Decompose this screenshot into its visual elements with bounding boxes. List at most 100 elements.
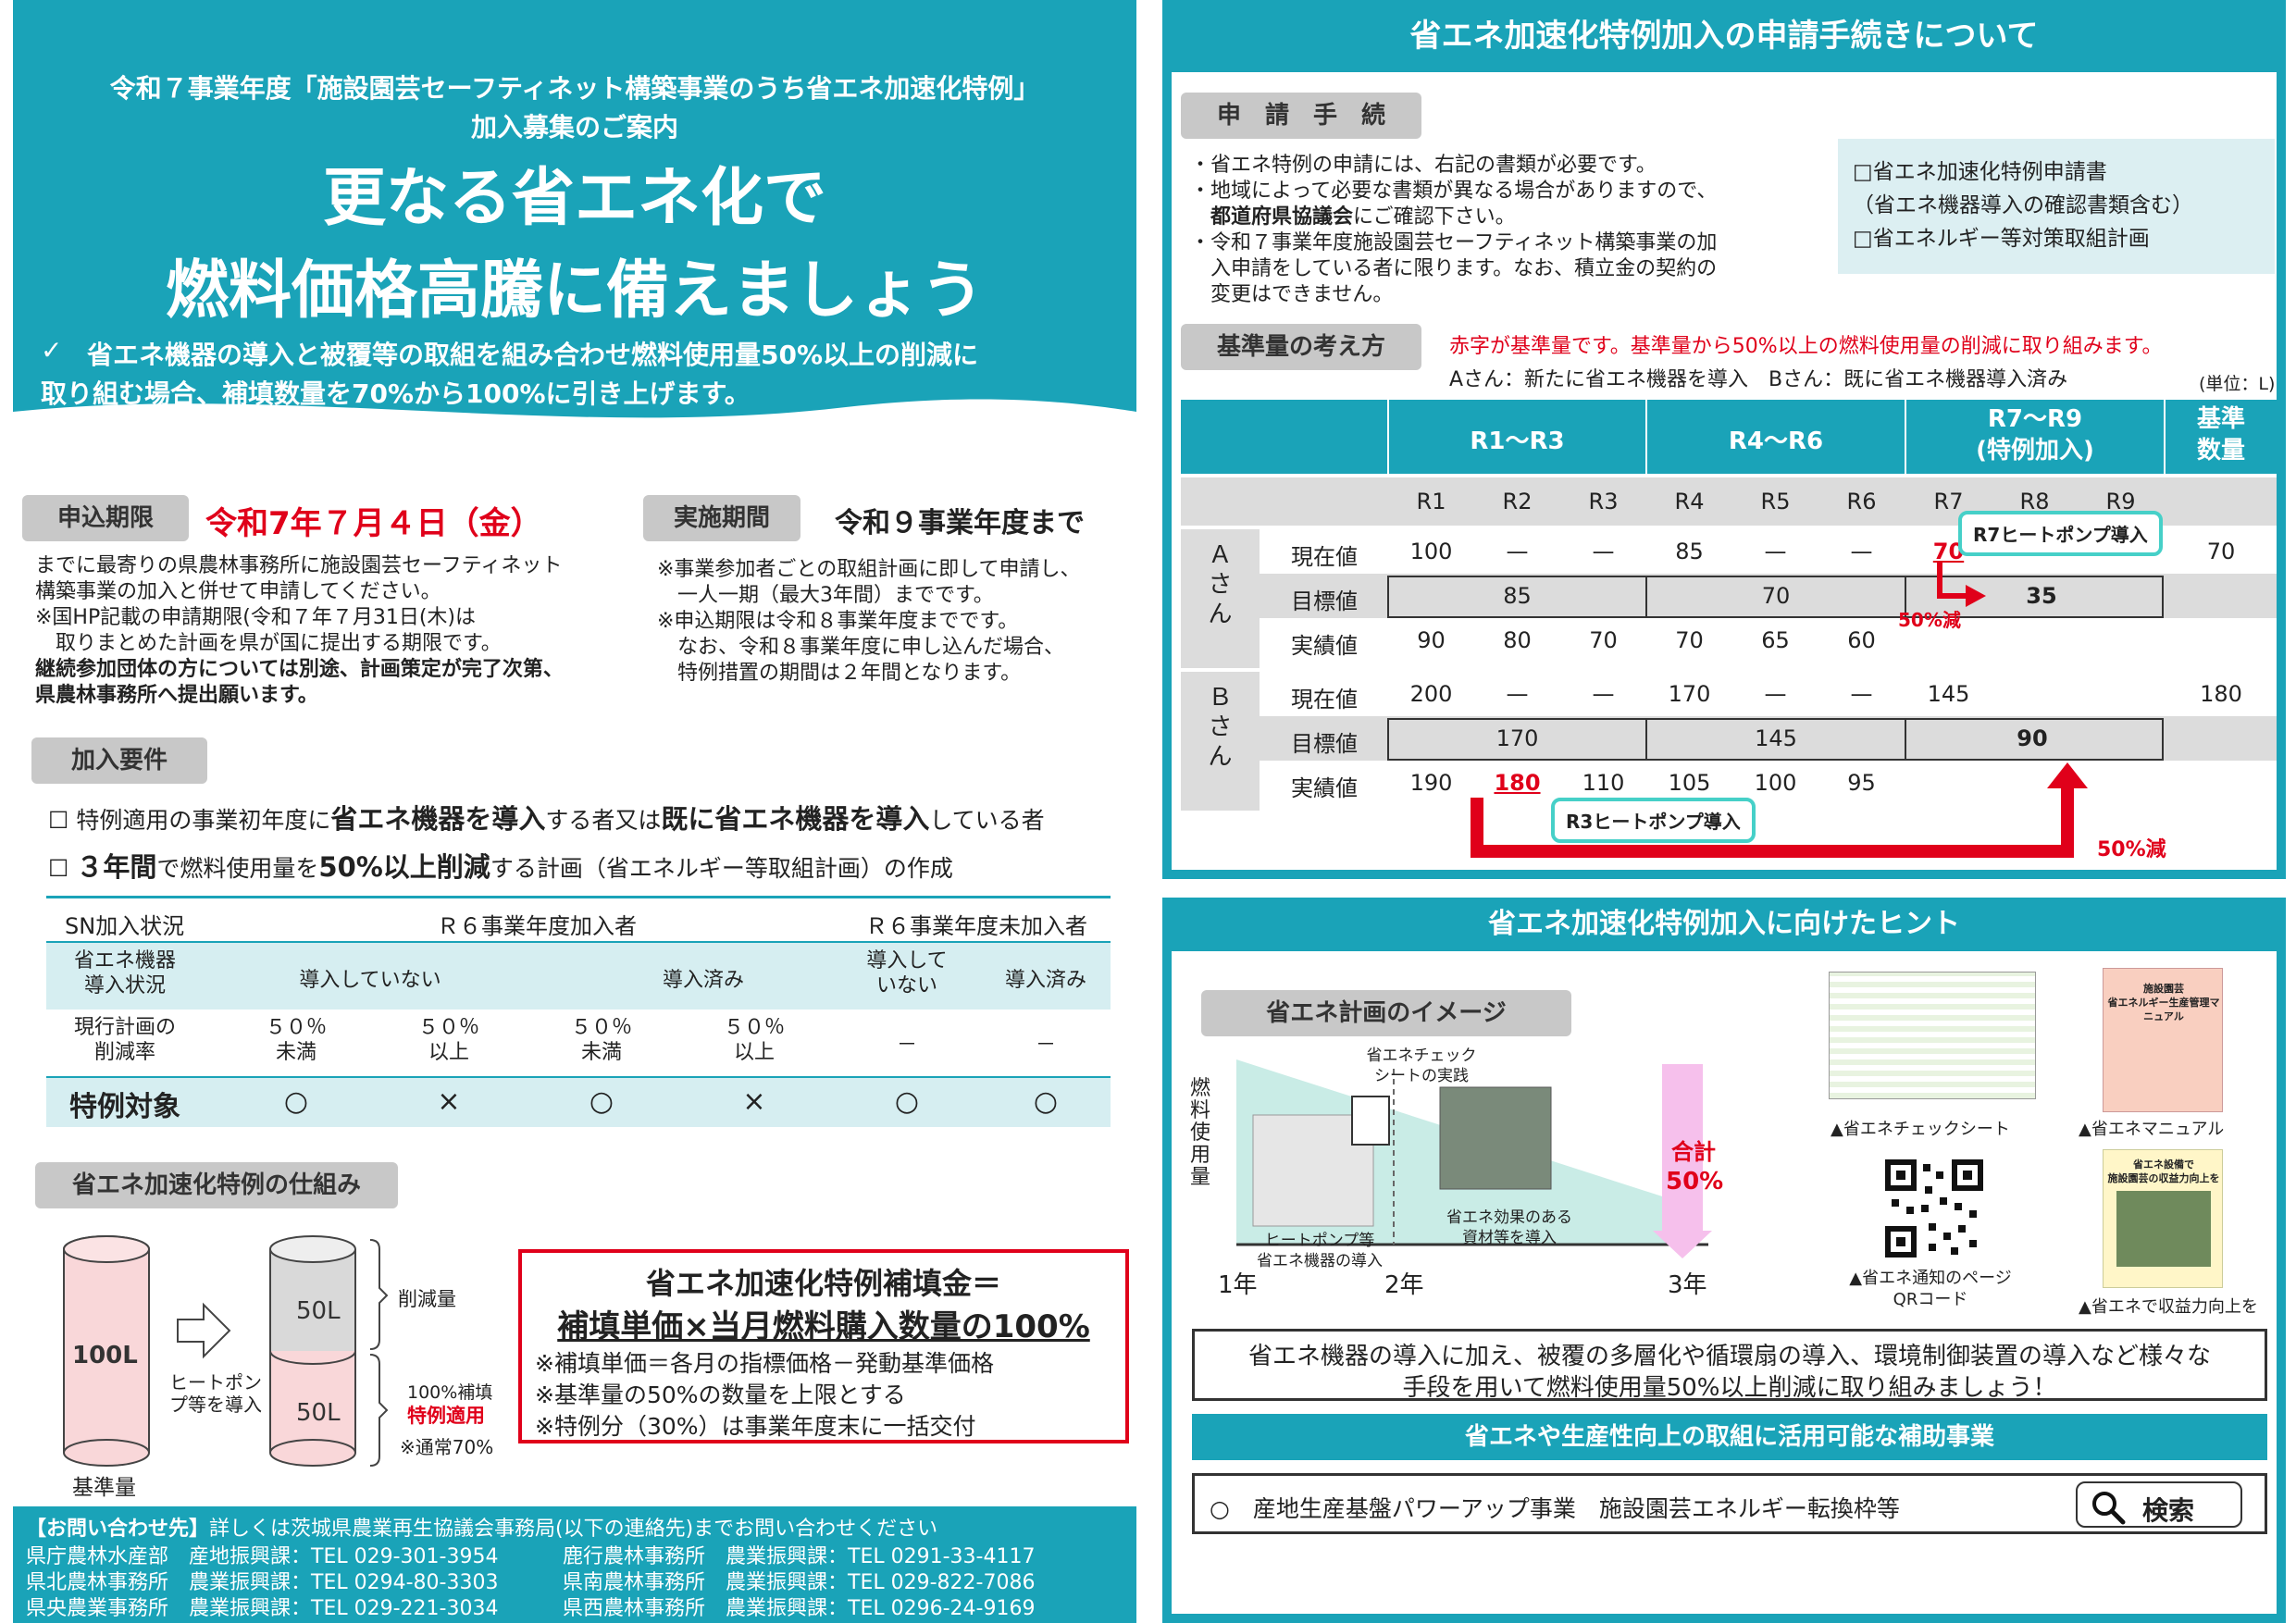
message-box: 省エネ機器の導入に加え、被覆の多層化や循環扇の導入、環境制御装置の導入など様々な… [1192,1329,2267,1402]
tank-base-label: 基準量 [72,1476,136,1500]
sn-equipment-label: 省エネ機器 導入状況 [73,949,176,997]
req1-a: ☐ 特例適用の事業初年度に [48,807,331,834]
req1-c: する者又は [545,807,662,834]
sn-target-6: ○ [1033,1085,1059,1118]
period-line-4: なお、令和８事業年度に申し込んだ場合、 [657,636,1065,659]
contact-head: 【お問い合わせ先】詳しくは茨城県農業再生協議会事務局(以下の連絡先)までお問い合… [26,1512,937,1542]
doc-1: □省エネ加速化特例申請書 [1853,160,2107,184]
period-line-2: 一人一期（最大3年間）までです。 [657,584,994,607]
material-label: 省エネ効果のある 資材等を導入 [1446,1208,1572,1247]
cut-label: 削減量 [398,1288,456,1310]
year-3: 3年 [1668,1271,1707,1299]
search-icon [2092,1492,2126,1525]
doc3-thumbnail: 省エネ設備で 施設園芸の収益力向上を [2103,1149,2223,1288]
proc-line-3a: 都道府県協議会 [1190,205,1354,229]
formula-note-3: ※特例分（30%）は事業年度末に一括交付 [535,1413,976,1440]
baseline-unit: (単位：L) [2199,374,2276,394]
procedure-panel: 省エネ加速化特例加入の申請手続きについて 申 請 手 続 ・省エネ特例の申請には… [1162,0,2286,879]
right-page: 省エネ加速化特例加入の申請手続きについて 申 請 手 続 ・省エネ特例の申請には… [1148,0,2296,1623]
proc-line-2: ・地域によって必要な書類が異なる場合がありますので、 [1190,180,1718,203]
deadline-line-6: 県農林事務所へ提出願います。 [35,684,318,707]
a-cut-label: 50%減 [1898,609,1961,631]
sn-target-5: ○ [894,1085,920,1118]
proc-line-6: 変更はできません。 [1190,283,1394,306]
deadline-date: 令和7年７月４日（金） [205,505,542,542]
y-axis-label: 燃 料 使 用 量 [1190,1077,1211,1189]
period-label: 実施期間 [643,495,800,541]
deadline-line-5: 継続参加団体の方については別途、計画策定が完了次第、 [35,658,564,681]
sn-rate-1: ５０％ 未満 [265,1016,327,1064]
contact-head-2: 詳しくは茨城県農業再生協議会事務局(以下の連絡先)までお問い合わせください [209,1518,938,1541]
req2-d: 50%以上削減 [318,851,490,883]
sn-equip-done-joined: 導入済み [662,969,744,992]
proc-line-4: ・令和７事業年度施設園芸セーフティネット構築事業の加 [1190,231,1718,254]
sn-status-header: SN加入状況 [65,913,185,939]
message-line-2: 手段を用いて燃料使用量50%以上削減に取り組みましょう！ [1402,1374,2057,1402]
sn-target-1: ○ [283,1085,309,1118]
baseline-table: R1〜R3 R4〜R6 R7〜R9 (特例加入) 基準 数量 R1 R2 R3 R4 R… [1181,400,2277,861]
hero-subtitle-2: 加入募集のご案内 [470,112,678,142]
mechanism-label: 省エネ加速化特例の仕組み [35,1162,398,1208]
period-line-1: ※事業参加者ごとの取組計画に即して申請し、 [657,558,1081,581]
req2-b: ３年間 [76,851,157,883]
proc-line-1: ・省エネ特例の申請には、右記の書類が必要です。 [1190,154,1657,177]
sn-joined-header: Ｒ６事業年度加入者 [437,913,637,939]
hero-title-1: 更なる省エネ化で [322,162,826,235]
req2-c: で燃料使用量を [156,855,319,882]
sn-rate-5: － [896,1034,917,1057]
doc-2: （省エネ機器導入の確認書類含む） [1853,193,2193,217]
hints-title: 省エネ加速化特例加入に向けたヒント [1162,898,2286,951]
proc-line-3: 都道府県協議会にご確認下さい。 [1190,204,1516,230]
hero-subtitle-1: 令和７事業年度「施設園芸セーフティネット構築事業のうち省エネ加速化特例」 [109,73,1040,104]
baseline-label: 基準量の考え方 [1181,324,1421,370]
total-label: 合計 [1671,1139,1716,1165]
hints-label: 省エネ計画のイメージ [1201,990,1571,1036]
sn-target-4: × [742,1085,766,1118]
sn-rate-6: － [1035,1034,1056,1057]
callout-b: R3ヒートポンプ導入 [1551,798,1756,843]
contact-6: 県西農林事務所 農業振興課：TEL 0296-24-9169 [563,1597,1036,1620]
callout-a: R7ヒートポンプ導入 [1958,511,2163,556]
contact-5: 県央農業事務所 農業振興課：TEL 029-221-3034 [26,1597,499,1620]
arrow-text: ヒートポン プ等を導入 [169,1371,262,1416]
manual-thumbnail: 施設園芸 省エネルギー生産管理マニュアル [2103,968,2223,1112]
doc2-caption: ▲省エネマニュアル [2079,1120,2225,1139]
subsidy-box: ○ 産地生産基盤パワーアップ事業 施設園芸エネルギー転換枠等 検索 [1192,1473,2267,1534]
tank-100l: 100L [72,1342,138,1369]
baseline-red-note: 赤字が基準量です。基準量から50%以上の燃料使用量の削減に取り組みます。 [1449,335,2163,358]
manual-title: 施設園芸 省エネルギー生産管理マニュアル [2107,983,2220,1022]
sn-equip-done-unjoined: 導入済み [1004,969,1086,992]
check-sheet-label: 省エネチェック シートの実践 [1366,1047,1477,1085]
formula-note-2: ※基準量の50%の数量を上限とする [535,1381,906,1408]
requirement-1: ☐ 特例適用の事業初年度に省エネ機器を導入する者又は既に省エネ機器を導入している… [48,798,1045,836]
hero-title-2: 燃料価格高騰に備えましょう [165,254,984,328]
doc1-caption: ▲省エネチェックシート [1831,1120,2010,1139]
deadline-line-2: 構築事業の加入と併せて申請してください。 [35,580,441,603]
b-cut-label: 50%減 [2097,838,2166,861]
tank-lower: 50L [296,1399,341,1427]
req1-b: 省エネ機器を導入 [330,803,546,835]
check-sheet-thumbnail [1829,972,2036,1099]
doc-3: □省エネルギー等対策取組計画 [1853,227,2150,251]
sn-rate-3: ５０％ 未満 [570,1016,632,1064]
deadline-line-1: までに最寄りの県農林事務所に施設園芸セーフティネット [35,554,563,577]
subsidy-title: 省エネや生産性向上の取組に活用可能な補助事業 [1192,1414,2267,1460]
req2-e: する計画（省エネルギー等取組計画）の作成 [490,855,953,882]
search-button[interactable]: 検索 [2076,1481,2242,1528]
sn-rate-2: ５０％ 以上 [417,1016,479,1064]
sn-equip-none-joined: 導入していない [299,969,441,992]
req1-e: している者 [929,807,1045,834]
sn-target-2: × [437,1085,461,1118]
contact-head-1: 【お問い合わせ先】 [26,1518,210,1541]
procedure-label: 申 請 手 続 [1181,93,1421,139]
period-value: 令和９事業年度まで [835,507,1085,539]
year-1: 1年 [1218,1271,1258,1299]
formula-note-1: ※補填単価＝各月の指標価格－発動基準価格 [535,1350,994,1377]
sn-unjoined-header: Ｒ６事業年度未加入者 [865,913,1087,939]
doc3-caption: ▲省エネで収益力向上を [2079,1297,2258,1317]
total-value: 50% [1666,1168,1724,1196]
sn-equip-none-unjoined: 導入して いない [866,949,948,997]
period-line-3: ※申込期限は令和８事業年度までです。 [657,610,1019,633]
sn-table: SN加入状況 Ｒ６事業年度加入者 Ｒ６事業年度未加入者 省エネ機器 導入状況 導… [46,896,1111,1127]
formula-line-2: 補填単価×当月燃料購入数量の100% [557,1308,1090,1345]
